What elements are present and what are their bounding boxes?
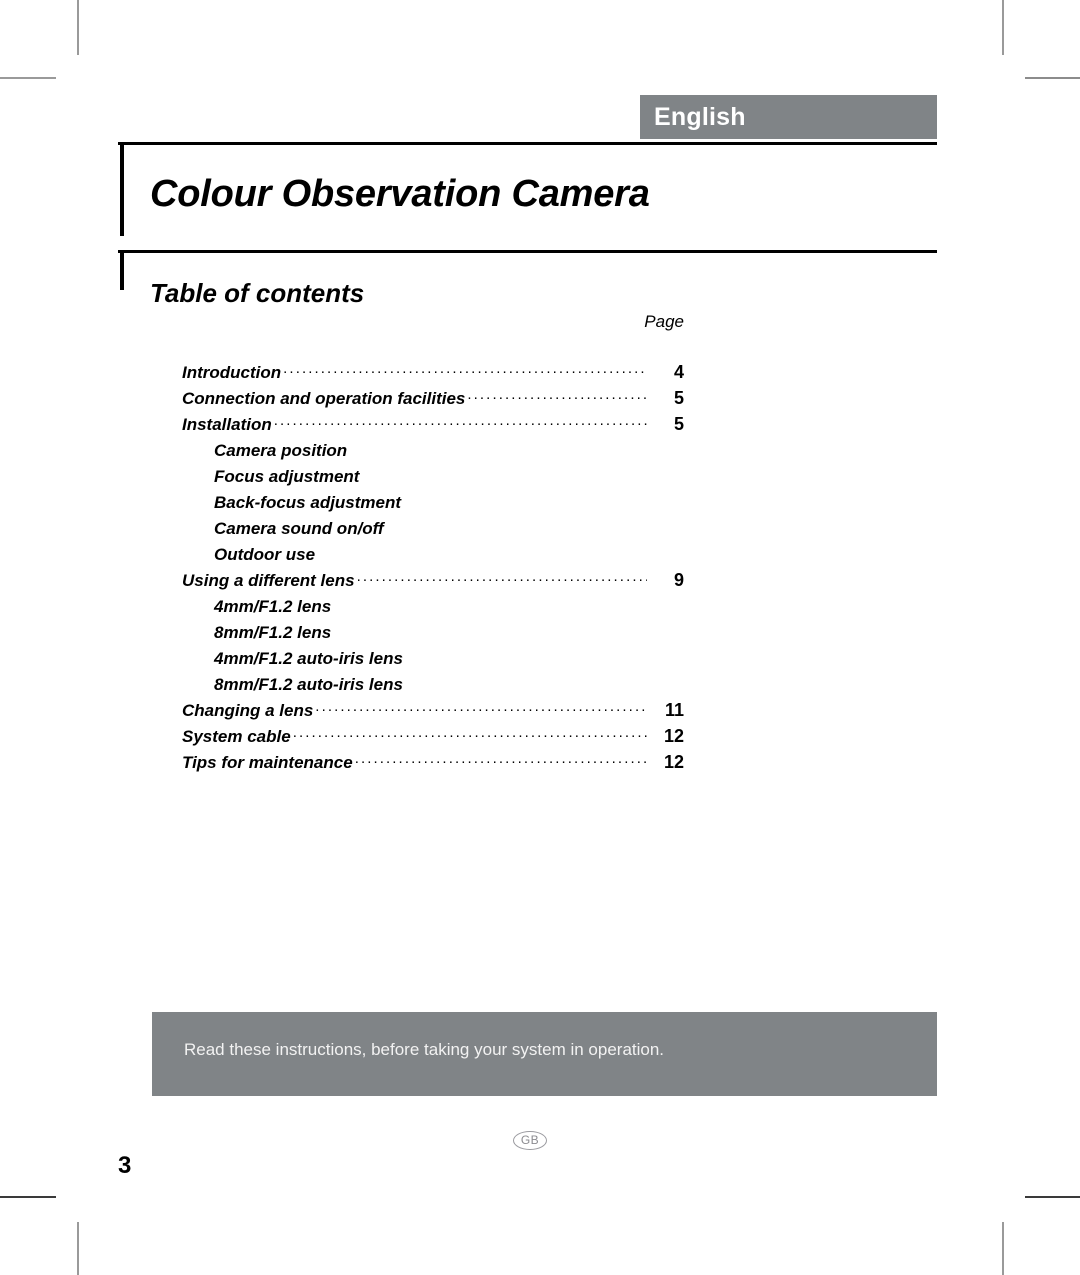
toc-entry-page-number: 12 [663,726,684,746]
toc-left-bar [120,250,124,290]
toc-dot-leader [467,387,647,404]
toc-dot-leader [405,673,647,690]
notice-text: Read these instructions, before taking y… [184,1040,665,1059]
toc-dot-leader [317,543,647,560]
language-banner: English [640,95,937,139]
toc-entry[interactable]: Installation 5 [182,413,684,439]
toc-subentry[interactable]: 8mm/F1.2 lens [182,621,684,647]
toc-entry-page-number: 9 [673,570,684,590]
toc-subentry[interactable]: Outdoor use [182,543,684,569]
toc-entry[interactable]: Changing a lens 11 [182,699,684,725]
toc-entry-label: Camera sound on/off [214,519,384,538]
toc-subentry[interactable]: Camera position [182,439,684,465]
toc-entry-label: Connection and operation facilities [182,389,466,408]
toc-subentry[interactable]: Camera sound on/off [182,517,684,543]
toc-entry-page-number: 5 [673,414,684,434]
toc-entry-page-number: 4 [673,362,684,382]
toc-entry[interactable]: Tips for maintenance 12 [182,751,684,777]
toc-entry-label: Camera position [214,441,348,460]
toc-page-column-label: Page [644,312,684,331]
title-top-rule [118,142,937,145]
document-page: English Colour Observation Camera Table … [0,0,1080,1275]
toc-subentry[interactable]: 4mm/F1.2 lens [182,595,684,621]
toc-dot-leader [274,413,647,430]
toc-entry-list: Introduction 4 Connection and operation fa… [182,361,684,777]
toc-dot-leader [405,647,647,664]
toc-dot-leader [315,699,647,716]
toc-subentry[interactable]: Focus adjustment [182,465,684,491]
toc-heading: Table of contents [150,277,365,308]
region-code-badge: GB [513,1131,547,1150]
toc-entry-page-number: 5 [673,388,684,408]
toc-entry-label: Introduction [182,363,282,382]
toc-entry-label: 8mm/F1.2 auto-iris lens [214,675,403,694]
toc-entry-label: Tips for maintenance [182,753,353,772]
toc-entry-label: Changing a lens [182,701,314,720]
toc-entry[interactable]: Connection and operation facilities 5 [182,387,684,413]
toc-dot-leader [333,595,647,612]
page-number: 3 [118,1152,132,1179]
toc-entry-label: Focus adjustment [214,467,360,486]
toc-entry-label: 8mm/F1.2 lens [214,623,332,642]
crop-mark-bottom-right-horizontal [1025,1196,1080,1198]
notice-box: Read these instructions, before taking y… [152,1012,937,1096]
toc-entry[interactable]: System cable 12 [182,725,684,751]
page-title: Colour Observation Camera [150,173,650,216]
toc-subentry[interactable]: Back-focus adjustment [182,491,684,517]
toc-entry-label: 4mm/F1.2 lens [214,597,332,616]
crop-mark-top-right-horizontal [1025,77,1080,79]
toc-dot-leader [386,517,647,534]
toc-top-rule [118,250,937,253]
language-banner-label: English [654,103,746,131]
toc-dot-leader [293,725,647,742]
toc-entry-label: System cable [182,727,291,746]
crop-mark-top-right-vertical [1002,0,1004,55]
crop-mark-top-left-horizontal [0,77,56,79]
crop-mark-bottom-left-vertical [77,1222,79,1275]
toc-dot-leader [283,361,647,378]
toc-entry-page-number: 12 [663,752,684,772]
toc-entry-label: Using a different lens [182,571,355,590]
toc-entry[interactable]: Using a different lens 9 [182,569,684,595]
toc-entry-label: Installation [182,415,272,434]
crop-mark-top-left-vertical [77,0,79,55]
title-left-bar [120,142,124,236]
toc-entry-label: Back-focus adjustment [214,493,402,512]
toc-subentry[interactable]: 4mm/F1.2 auto-iris lens [182,647,684,673]
toc-dot-leader [361,465,647,482]
crop-mark-bottom-left-horizontal [0,1196,56,1198]
toc-subentry[interactable]: 8mm/F1.2 auto-iris lens [182,673,684,699]
toc-entry-label: 4mm/F1.2 auto-iris lens [214,649,403,668]
crop-mark-bottom-right-vertical [1002,1222,1004,1275]
toc-entry[interactable]: Introduction 4 [182,361,684,387]
toc-entry-label: Outdoor use [214,545,316,564]
toc-dot-leader [403,491,647,508]
toc-entry-page-number: 11 [664,700,684,720]
toc-dot-leader [355,751,647,768]
toc-dot-leader [357,569,647,586]
toc-dot-leader [333,621,647,638]
toc-dot-leader [349,439,647,456]
